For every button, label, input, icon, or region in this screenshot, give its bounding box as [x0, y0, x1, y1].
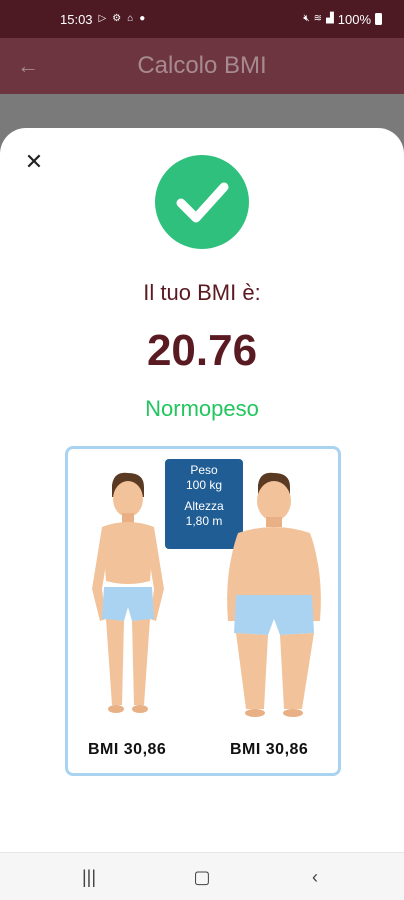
bmi-category: Normopeso — [145, 396, 259, 421]
bmi-value: 20.76 — [146, 326, 258, 375]
vpn-icon: ⌂ — [127, 13, 134, 24]
close-icon[interactable]: ✕ — [22, 150, 46, 174]
wifi-icon: ≋ — [313, 13, 323, 24]
back-arrow-icon[interactable]: ← — [14, 54, 42, 78]
bmi-illustration: Peso 100 kg Altezza 1,80 m BMI 30,86 BMI… — [65, 446, 341, 776]
mute-icon: 🔇︎ — [303, 13, 310, 24]
battery-text: 100% — [337, 11, 371, 27]
dot-icon: ● — [139, 13, 146, 24]
app-bar: ← Calcolo BMI — [0, 38, 404, 94]
heavy-figure — [227, 472, 321, 717]
status-left: 15:03 ▷ ⚙ ⌂ ● — [60, 12, 145, 27]
status-right: 🔇︎ ≋ ▟ 100% — [303, 12, 382, 27]
signal-icon: ▟ — [326, 13, 334, 24]
app-title: Calcolo BMI — [137, 52, 267, 79]
result-sheet: ✕ Il tuo BMI è: 20.76 Normopeso Peso 100… — [0, 128, 404, 852]
status-bar: 15:03 ▷ ⚙ ⌂ ● 🔇︎ ≋ ▟ 100% — [0, 0, 404, 38]
recents-icon[interactable]: ||| — [74, 865, 104, 889]
home-icon[interactable]: ▢ — [187, 865, 217, 889]
settings-icon: ⚙ — [112, 13, 122, 24]
slim-figure — [92, 472, 164, 713]
result-headline: Il tuo BMI è: — [143, 280, 261, 305]
right-bmi-label: BMI 30,86 — [230, 741, 309, 758]
nav-back-icon[interactable]: ‹ — [300, 865, 330, 889]
nav-bar: ||| ▢ ‹ — [0, 852, 404, 900]
left-bmi-label: BMI 30,86 — [88, 741, 167, 758]
status-time: 15:03 — [60, 11, 93, 27]
play-store-icon: ▷ — [98, 13, 107, 24]
check-circle-icon — [155, 155, 249, 249]
screen: 15:03 ▷ ⚙ ⌂ ● 🔇︎ ≋ ▟ 100% ← Calcolo BMI … — [0, 0, 404, 900]
battery-icon — [375, 13, 382, 25]
